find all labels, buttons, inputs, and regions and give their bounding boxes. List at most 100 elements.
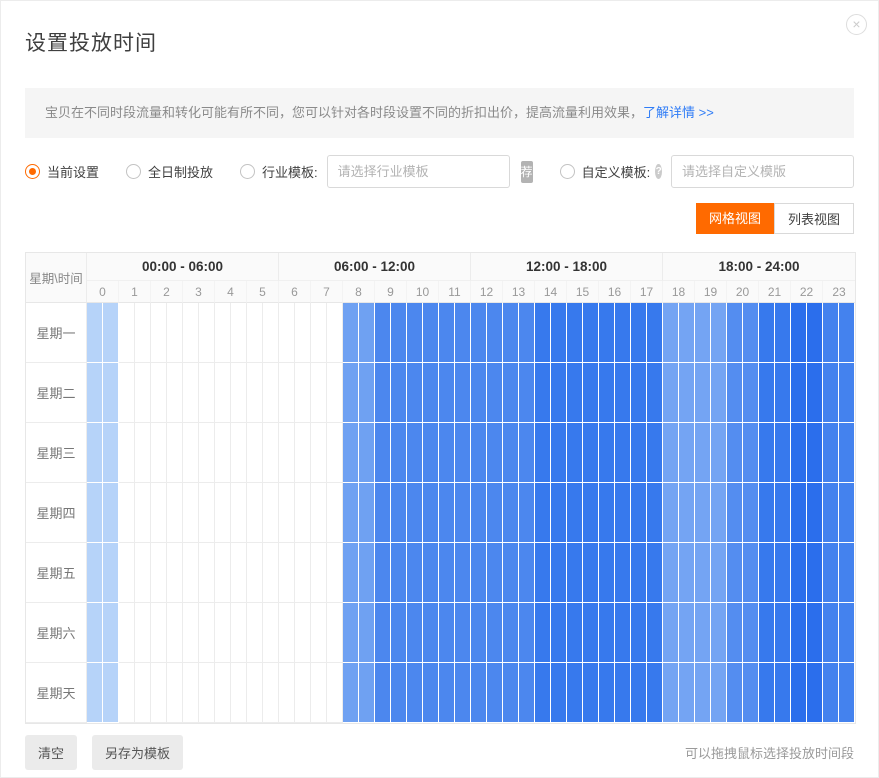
schedule-hour-cell[interactable]: [87, 423, 119, 483]
half-hour-cell[interactable]: [407, 663, 423, 723]
half-hour-cell[interactable]: [167, 303, 183, 363]
half-hour-cell[interactable]: [839, 663, 855, 723]
half-hour-cell[interactable]: [823, 303, 839, 363]
schedule-hour-cell[interactable]: [343, 483, 375, 543]
help-icon[interactable]: ?: [655, 164, 662, 179]
half-hour-cell[interactable]: [455, 543, 471, 603]
half-hour-cell[interactable]: [215, 543, 231, 603]
schedule-hour-cell[interactable]: [535, 483, 567, 543]
half-hour-cell[interactable]: [151, 603, 167, 663]
half-hour-cell[interactable]: [151, 663, 167, 723]
half-hour-cell[interactable]: [679, 423, 695, 483]
half-hour-cell[interactable]: [327, 543, 343, 603]
half-hour-cell[interactable]: [311, 663, 327, 723]
schedule-hour-cell[interactable]: [695, 603, 727, 663]
half-hour-cell[interactable]: [215, 603, 231, 663]
half-hour-cell[interactable]: [359, 483, 375, 543]
half-hour-cell[interactable]: [663, 663, 679, 723]
half-hour-cell[interactable]: [327, 303, 343, 363]
half-hour-cell[interactable]: [135, 303, 151, 363]
half-hour-cell[interactable]: [327, 423, 343, 483]
schedule-hour-cell[interactable]: [535, 363, 567, 423]
schedule-hour-cell[interactable]: [215, 603, 247, 663]
half-hour-cell[interactable]: [807, 363, 823, 423]
schedule-hour-cell[interactable]: [311, 543, 343, 603]
half-hour-cell[interactable]: [119, 423, 135, 483]
half-hour-cell[interactable]: [423, 363, 439, 423]
half-hour-cell[interactable]: [119, 603, 135, 663]
half-hour-cell[interactable]: [471, 303, 487, 363]
schedule-hour-cell[interactable]: [727, 483, 759, 543]
half-hour-cell[interactable]: [567, 363, 583, 423]
half-hour-cell[interactable]: [87, 423, 103, 483]
half-hour-cell[interactable]: [471, 363, 487, 423]
half-hour-cell[interactable]: [567, 663, 583, 723]
half-hour-cell[interactable]: [183, 423, 199, 483]
schedule-hour-cell[interactable]: [759, 483, 791, 543]
schedule-hour-cell[interactable]: [695, 303, 727, 363]
half-hour-cell[interactable]: [439, 603, 455, 663]
half-hour-cell[interactable]: [807, 423, 823, 483]
half-hour-cell[interactable]: [807, 603, 823, 663]
half-hour-cell[interactable]: [279, 303, 295, 363]
half-hour-cell[interactable]: [535, 543, 551, 603]
half-hour-cell[interactable]: [567, 603, 583, 663]
schedule-hour-cell[interactable]: [151, 303, 183, 363]
schedule-hour-cell[interactable]: [567, 303, 599, 363]
schedule-hour-cell[interactable]: [119, 543, 151, 603]
half-hour-cell[interactable]: [103, 663, 119, 723]
half-hour-cell[interactable]: [375, 543, 391, 603]
schedule-hour-cell[interactable]: [247, 303, 279, 363]
half-hour-cell[interactable]: [295, 483, 311, 543]
half-hour-cell[interactable]: [727, 303, 743, 363]
half-hour-cell[interactable]: [199, 423, 215, 483]
half-hour-cell[interactable]: [375, 483, 391, 543]
schedule-hour-cell[interactable]: [567, 543, 599, 603]
half-hour-cell[interactable]: [311, 303, 327, 363]
schedule-hour-cell[interactable]: [119, 423, 151, 483]
half-hour-cell[interactable]: [663, 363, 679, 423]
half-hour-cell[interactable]: [711, 303, 727, 363]
schedule-hour-cell[interactable]: [599, 603, 631, 663]
half-hour-cell[interactable]: [599, 303, 615, 363]
half-hour-cell[interactable]: [327, 663, 343, 723]
option-current-settings[interactable]: 当前设置: [25, 162, 99, 181]
schedule-hour-cell[interactable]: [183, 483, 215, 543]
half-hour-cell[interactable]: [343, 663, 359, 723]
half-hour-cell[interactable]: [439, 363, 455, 423]
schedule-hour-cell[interactable]: [87, 363, 119, 423]
half-hour-cell[interactable]: [343, 603, 359, 663]
half-hour-cell[interactable]: [647, 543, 663, 603]
schedule-hour-cell[interactable]: [343, 603, 375, 663]
half-hour-cell[interactable]: [519, 663, 535, 723]
half-hour-cell[interactable]: [823, 423, 839, 483]
close-icon[interactable]: ×: [846, 14, 867, 35]
schedule-hour-cell[interactable]: [567, 483, 599, 543]
schedule-hour-cell[interactable]: [215, 363, 247, 423]
half-hour-cell[interactable]: [599, 663, 615, 723]
half-hour-cell[interactable]: [631, 423, 647, 483]
half-hour-cell[interactable]: [583, 483, 599, 543]
half-hour-cell[interactable]: [183, 363, 199, 423]
half-hour-cell[interactable]: [679, 303, 695, 363]
half-hour-cell[interactable]: [215, 423, 231, 483]
schedule-hour-cell[interactable]: [343, 663, 375, 723]
schedule-hour-cell[interactable]: [215, 543, 247, 603]
half-hour-cell[interactable]: [567, 423, 583, 483]
half-hour-cell[interactable]: [215, 363, 231, 423]
custom-template-input[interactable]: [671, 155, 854, 188]
half-hour-cell[interactable]: [727, 363, 743, 423]
schedule-hour-cell[interactable]: [471, 543, 503, 603]
half-hour-cell[interactable]: [359, 543, 375, 603]
half-hour-cell[interactable]: [631, 483, 647, 543]
schedule-hour-cell[interactable]: [823, 423, 855, 483]
half-hour-cell[interactable]: [567, 543, 583, 603]
schedule-hour-cell[interactable]: [791, 363, 823, 423]
schedule-hour-cell[interactable]: [439, 543, 471, 603]
schedule-hour-cell[interactable]: [759, 363, 791, 423]
half-hour-cell[interactable]: [119, 483, 135, 543]
half-hour-cell[interactable]: [807, 303, 823, 363]
schedule-hour-cell[interactable]: [311, 603, 343, 663]
half-hour-cell[interactable]: [759, 543, 775, 603]
half-hour-cell[interactable]: [199, 303, 215, 363]
